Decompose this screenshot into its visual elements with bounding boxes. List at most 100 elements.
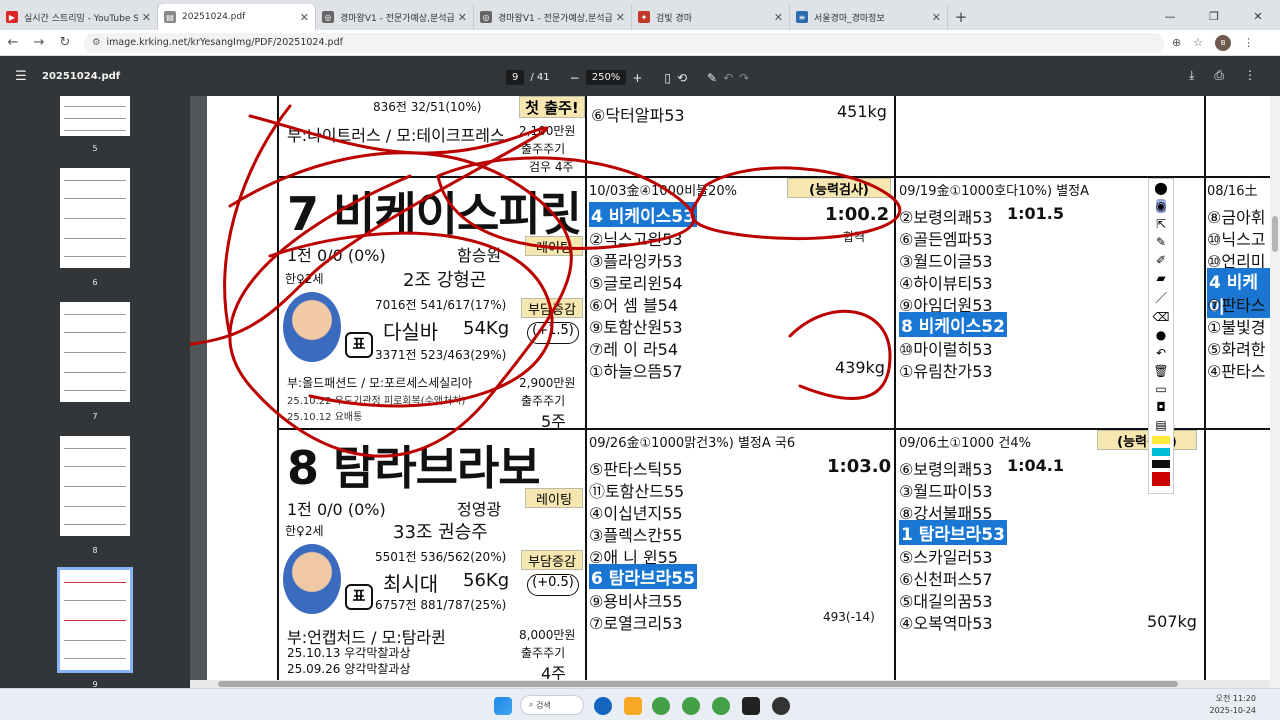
scrollbar-thumb[interactable]	[1272, 216, 1278, 252]
bookmark-star-icon[interactable]: ☆	[1193, 36, 1203, 49]
horse-record: 1전 0/0 (0%)	[287, 246, 386, 265]
page-thumbnail-8[interactable]	[60, 436, 130, 536]
page-thumbnail-9[interactable]	[57, 567, 133, 673]
page-number-input[interactable]: 9	[506, 70, 525, 85]
race-header: 08/16土	[1207, 184, 1258, 199]
highlighter-icon[interactable]: ▰	[1156, 271, 1165, 285]
forward-icon[interactable]: →	[26, 35, 52, 50]
close-icon[interactable]: ✕	[300, 11, 309, 24]
scrollbar-thumb[interactable]	[218, 681, 1178, 687]
tab-kyungmawang-1[interactable]: ◎ 경마왕V1 - 전문가예상,분석급 ✕	[316, 4, 474, 30]
marker-icon[interactable]: ✐	[1156, 253, 1166, 267]
black-swatch[interactable]	[1152, 460, 1170, 468]
clipboard-icon[interactable]: ▤	[1155, 418, 1166, 432]
group-owner: 33조 권승주	[393, 522, 488, 543]
chrome-icon[interactable]	[712, 697, 730, 715]
back-icon[interactable]: ←	[0, 35, 26, 50]
system-clock[interactable]: 오전 11:20 2025-10-24	[1210, 693, 1257, 717]
tab-kyungmawang-2[interactable]: ◎ 경마왕V1 - 전문가예상,분석급 ✕	[474, 4, 632, 30]
tab-youtube[interactable]: ▶ 실시간 스트리밍 - YouTube Stu ✕	[0, 4, 158, 30]
vertical-scrollbar[interactable]	[1270, 96, 1280, 688]
horse-age: 한♀2세	[285, 272, 324, 286]
race-row: ②닉스고윈53	[589, 230, 683, 249]
cycle-label: 출주주기	[521, 394, 566, 408]
site-info-icon[interactable]: ⚙	[92, 37, 101, 48]
close-icon[interactable]: ✕	[932, 11, 941, 24]
trainer-name: 정영광	[457, 500, 502, 519]
close-icon[interactable]: ✕	[458, 11, 467, 24]
race-row: ⑤글로리윈54	[589, 274, 683, 293]
tab-pdf[interactable]: ▤ 20251024.pdf ✕	[158, 4, 316, 30]
trash-icon[interactable]: 🗑	[1153, 364, 1168, 378]
page-thumbnail-6[interactable]	[60, 168, 130, 268]
highlight-horse: 6 탐라브라55	[589, 564, 697, 589]
eraser-icon[interactable]: ⌫	[1153, 310, 1170, 324]
close-icon[interactable]: ✕	[774, 11, 783, 24]
camera-icon[interactable]: ◘	[1156, 400, 1166, 414]
close-icon[interactable]: ✕	[616, 11, 625, 24]
thumbnail-page-number: 6	[92, 278, 98, 287]
location-pin-icon[interactable]: ⬤	[1154, 181, 1167, 195]
chrome-icon[interactable]	[682, 697, 700, 715]
chrome-icon[interactable]	[652, 697, 670, 715]
tab-seoul-race[interactable]: ≡ 서울경마_경마정보 ✕	[790, 4, 948, 30]
first-start-badge: 첫 출주!	[519, 96, 585, 118]
folder-icon[interactable]	[624, 697, 642, 715]
rotate-icon[interactable]: ⟲	[677, 71, 687, 85]
close-icon[interactable]: ✕	[142, 11, 151, 24]
eye-icon[interactable]: ◉	[1155, 199, 1167, 213]
jockey-name: 다실바	[383, 320, 439, 344]
pdf-filename: 20251024.pdf	[42, 70, 121, 82]
more-options-icon[interactable]: ⋮	[1244, 68, 1256, 83]
tab-title: 20251024.pdf	[182, 12, 246, 22]
cycle-value: 5주	[541, 412, 566, 431]
new-tab-button[interactable]: +	[948, 4, 974, 30]
zoom-input[interactable]: 250%	[585, 70, 627, 85]
race-row: ⑥닥터알파53	[591, 106, 685, 125]
horizontal-scrollbar[interactable]	[190, 680, 1270, 688]
race-header: 09/19金①1000호다10%) 별정A	[899, 184, 1090, 199]
print-icon[interactable]: ⎙	[1214, 68, 1224, 83]
yellow-swatch[interactable]	[1152, 436, 1170, 444]
horse-name-7: 7 비케이스피릿	[287, 187, 582, 241]
cursor-icon[interactable]: ⇱	[1156, 217, 1166, 231]
fit-page-icon[interactable]: ▯	[664, 71, 671, 85]
red-swatch[interactable]	[1152, 472, 1170, 486]
search-box[interactable]: ⌕ 검색	[520, 695, 584, 715]
pdf-viewer[interactable]: 836전 32/51(10%) 첫 출주! 부:나이트러스 / 모:테이크프레스…	[190, 96, 1280, 688]
edge-icon[interactable]	[594, 697, 612, 715]
dot-icon[interactable]: ●	[1156, 328, 1166, 342]
redo-icon[interactable]: ↷	[739, 71, 749, 85]
pen-icon[interactable]: ／	[1155, 289, 1167, 306]
undo-icon[interactable]: ↶	[1156, 346, 1166, 360]
zoom-icon[interactable]: ⊕	[1172, 36, 1181, 49]
group-owner: 2조 강형곤	[403, 270, 487, 291]
undo-icon[interactable]: ↶	[723, 71, 733, 85]
cyan-swatch[interactable]	[1152, 448, 1170, 456]
hamburger-menu-icon[interactable]: ☰	[0, 69, 42, 84]
health-note: 25.10.12 요배통	[287, 412, 363, 423]
race-row: ⑤대길의꿈53	[899, 592, 993, 611]
obs-icon[interactable]	[772, 697, 790, 715]
tab-geombit[interactable]: ✦ 검빛 경마 ✕	[632, 4, 790, 30]
pencil-icon[interactable]: ✎	[1156, 235, 1166, 249]
search-icon: ⌕	[529, 700, 537, 709]
start-icon[interactable]	[494, 697, 512, 715]
url-field[interactable]: ⚙ image.krking.net/krYesangImg/PDF/202510…	[84, 32, 1164, 53]
reload-icon[interactable]: ↻	[52, 35, 78, 50]
maximize-icon[interactable]: ❐	[1192, 10, 1236, 23]
annotate-icon[interactable]: ✎	[707, 71, 717, 85]
avatar[interactable]: B	[1215, 34, 1232, 51]
page-thumbnail-7[interactable]	[60, 302, 130, 402]
kebab-menu-icon[interactable]: ⋮	[1243, 36, 1254, 49]
app-icon[interactable]	[742, 697, 760, 715]
close-window-icon[interactable]: ✕	[1236, 10, 1280, 23]
zoom-out-icon[interactable]: −	[570, 71, 580, 85]
zoom-in-icon[interactable]: +	[632, 71, 642, 85]
clock-date: 2025-10-24	[1209, 706, 1257, 715]
race-row: ⑥어 셈 블54	[589, 296, 679, 315]
minimize-icon[interactable]: —	[1148, 10, 1192, 23]
screen-icon[interactable]: ▭	[1155, 382, 1166, 396]
download-icon[interactable]: ⤓	[1189, 68, 1194, 83]
page-thumbnail-5[interactable]	[60, 96, 130, 136]
